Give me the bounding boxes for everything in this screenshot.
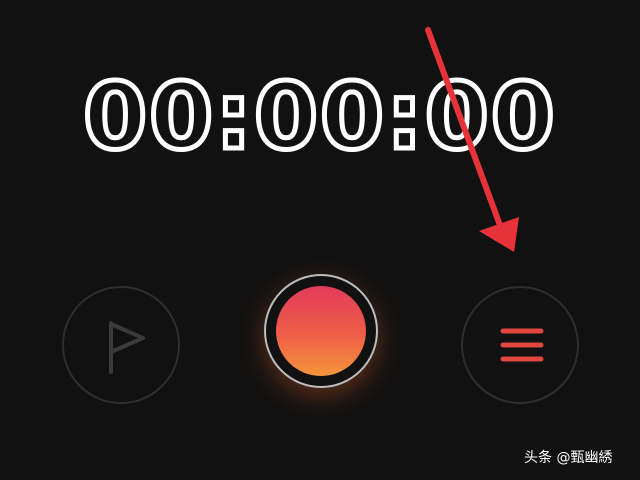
watermark: 头条 @甄幽綉 [524,450,613,466]
stopwatch-screen: 00:00:00 头条 @甄幽綉 [0,0,640,480]
annotation-arrow-icon [425,27,519,252]
